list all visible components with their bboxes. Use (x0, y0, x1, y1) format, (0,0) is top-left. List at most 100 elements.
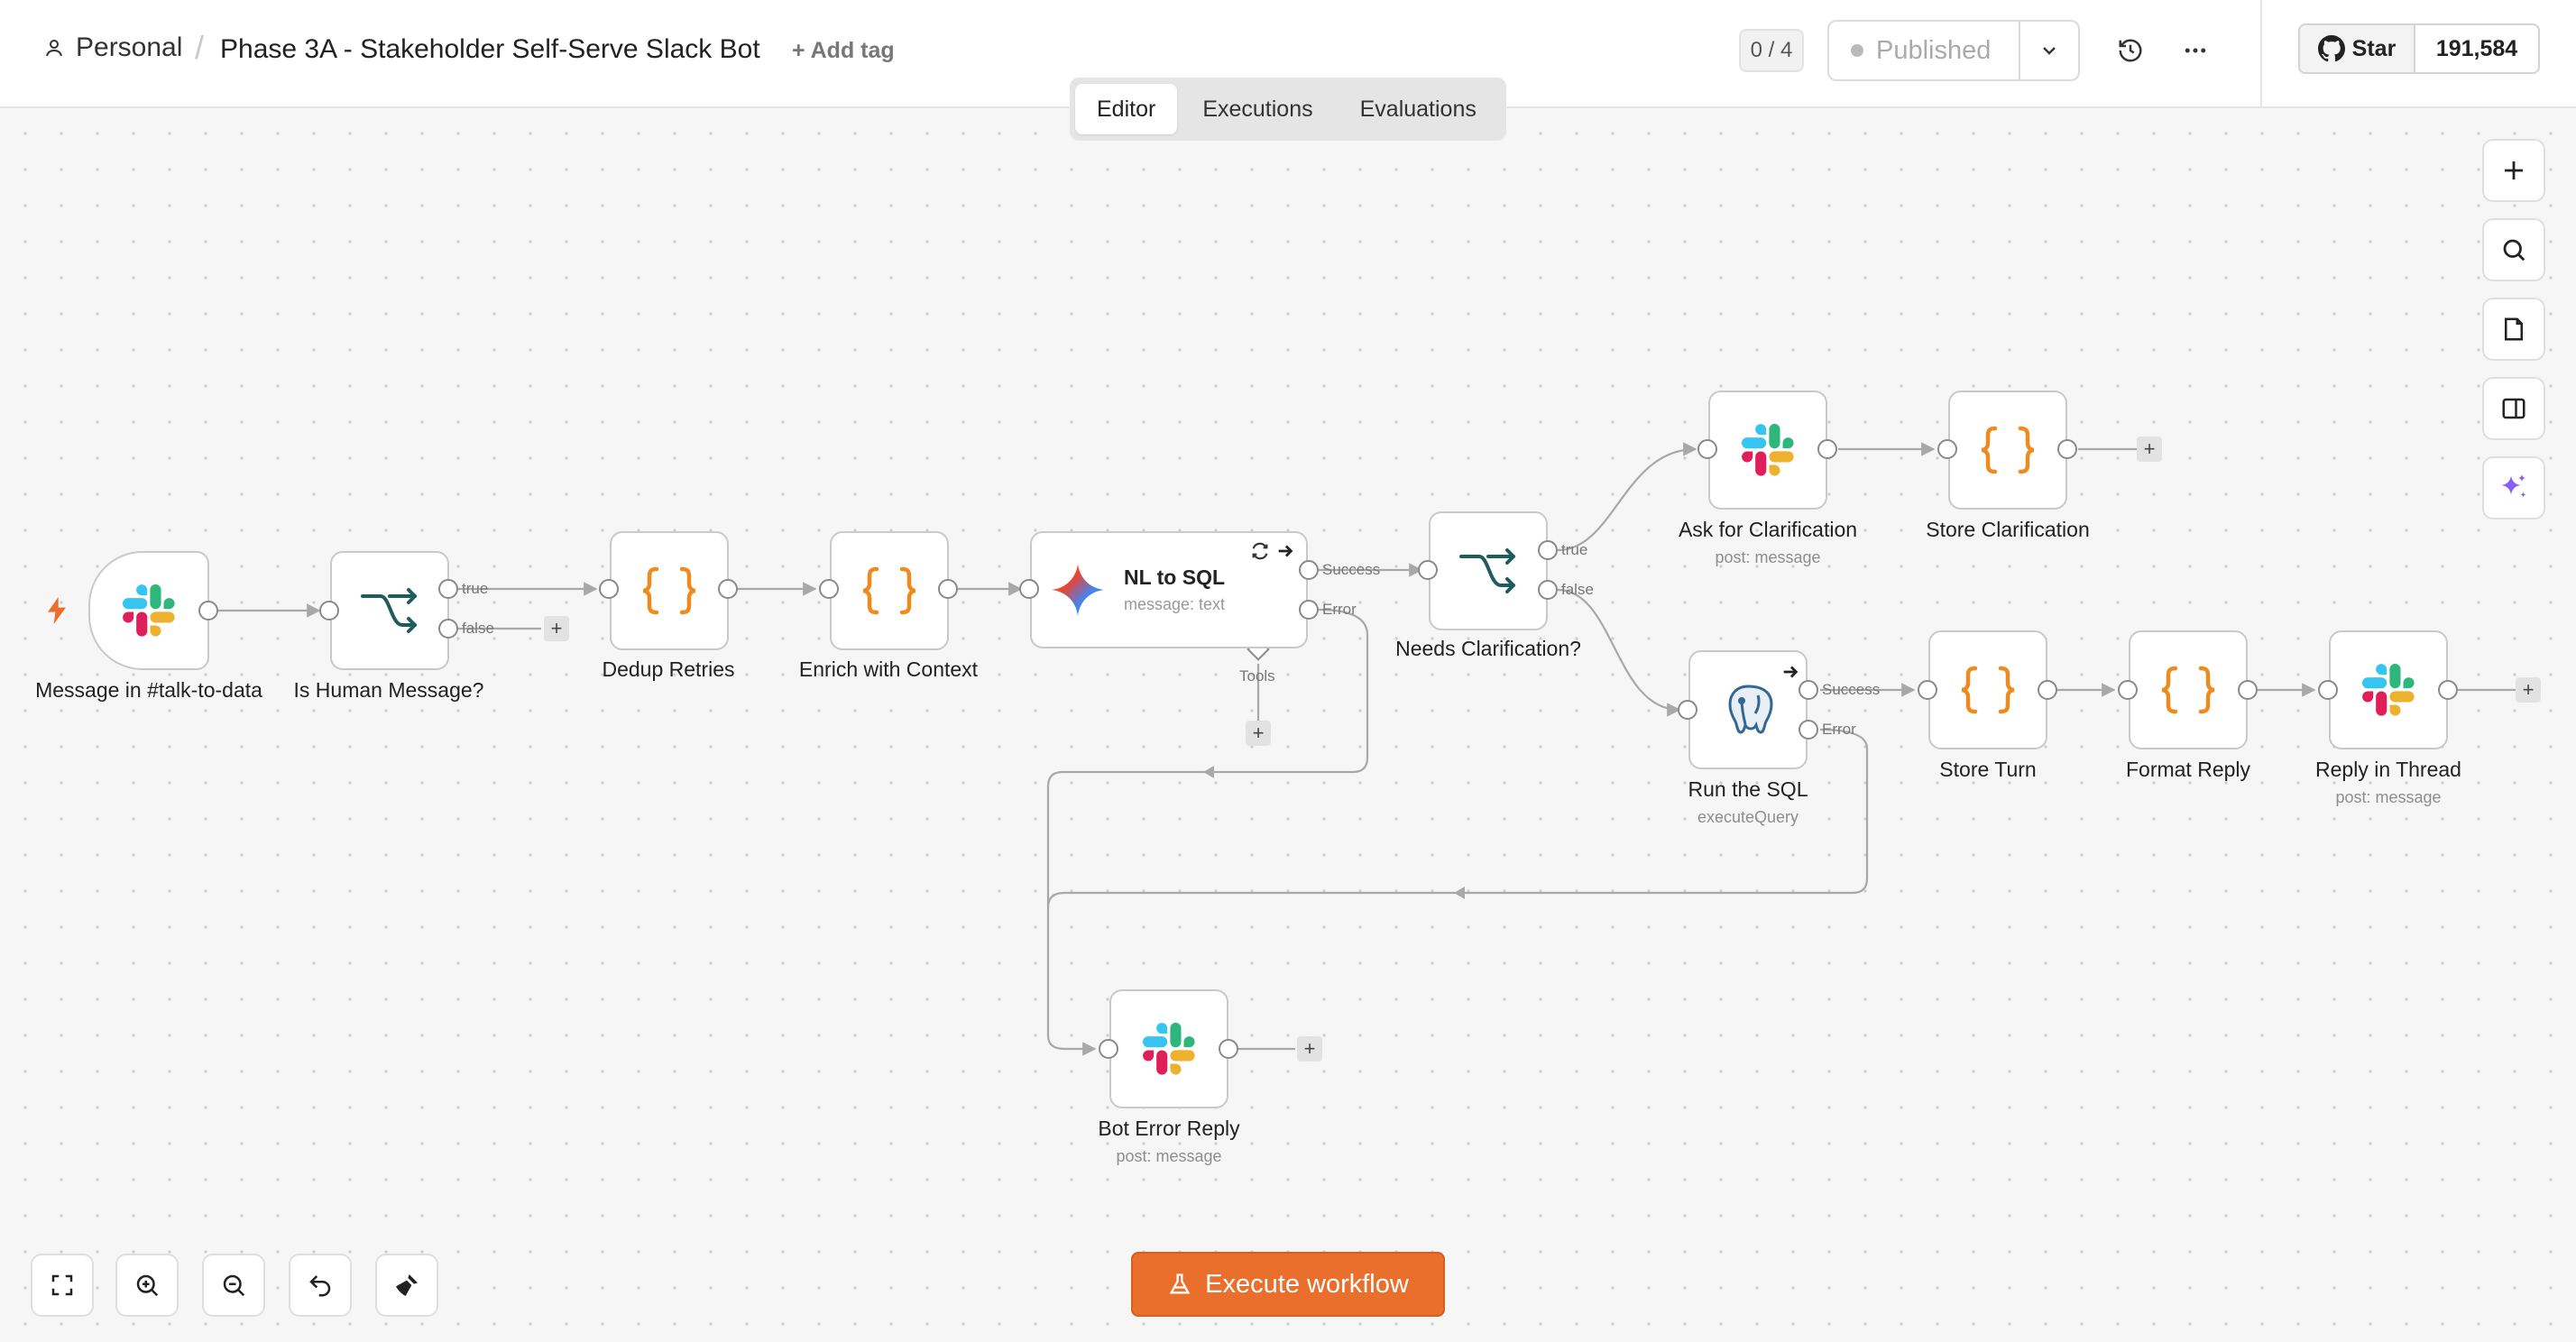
output-handle[interactable] (2057, 439, 2077, 459)
node-label: Message in #talk-to-data (35, 678, 262, 702)
output-handle-success[interactable] (1799, 680, 1818, 700)
input-handle[interactable] (1099, 1039, 1118, 1059)
node-label: Ask for Clarification (1678, 518, 1858, 541)
postgres-icon (1728, 685, 1773, 734)
node-trigger-message[interactable] (88, 551, 209, 670)
execute-label: Execute workflow (1205, 1269, 1409, 1299)
input-handle[interactable] (819, 579, 839, 599)
zoom-out-button[interactable] (202, 1254, 265, 1317)
add-node-button[interactable]: + (2137, 437, 2162, 462)
node-label: Store Clarification (1926, 518, 2090, 541)
output-handle-error[interactable] (1799, 720, 1818, 740)
fit-view-button[interactable] (31, 1254, 94, 1317)
output-handle[interactable] (938, 579, 958, 599)
gemini-icon (1052, 564, 1104, 616)
input-handle[interactable] (1019, 579, 1039, 599)
port-label-error: Error (1322, 601, 1357, 618)
node-subtitle: message: text (1124, 595, 1226, 613)
port-label-false: false (1561, 581, 1594, 598)
code-icon (642, 566, 696, 615)
input-handle[interactable] (1918, 680, 1937, 700)
node-enrich-context[interactable] (830, 531, 949, 650)
input-handle[interactable] (2318, 680, 2338, 700)
input-handle[interactable] (599, 579, 619, 599)
tidy-up-button[interactable] (375, 1254, 438, 1317)
node-sublabel: executeQuery (1697, 808, 1799, 826)
input-handle[interactable] (1697, 439, 1717, 459)
slack-icon (1742, 424, 1794, 476)
if-icon (361, 588, 417, 633)
node-format-reply[interactable] (2129, 630, 2248, 749)
input-handle[interactable] (1937, 439, 1957, 459)
port-label-true: true (462, 580, 489, 597)
node-bot-error-reply[interactable] (1109, 989, 1228, 1108)
output-handle-error[interactable] (1299, 600, 1319, 620)
node-label: Enrich with Context (798, 657, 979, 681)
output-handle-true[interactable] (438, 579, 458, 599)
node-dedup-retries[interactable] (610, 531, 729, 650)
undo-button[interactable] (289, 1254, 352, 1317)
search-icon (2503, 239, 2525, 262)
node-label: Is Human Message? (293, 678, 484, 702)
broom-icon (396, 1274, 418, 1296)
trigger-bolt-icon (47, 597, 67, 629)
edge-direction-arrow (1454, 887, 1465, 899)
zoom-out-icon (223, 1274, 245, 1297)
code-icon (862, 566, 916, 615)
code-icon (1981, 426, 2035, 474)
if-icon (1459, 548, 1515, 593)
port-label-error: Error (1822, 721, 1856, 738)
node-sublabel: post: message (2335, 788, 2442, 806)
output-handle[interactable] (2038, 680, 2057, 700)
node-reply-in-thread[interactable] (2329, 630, 2448, 749)
sidebar-panel-icon (2502, 398, 2525, 419)
sticky-note-icon (2505, 317, 2523, 341)
add-node-button[interactable]: + (1297, 1036, 1322, 1062)
add-node-button[interactable]: + (544, 616, 569, 641)
node-needs-clarification[interactable] (1429, 511, 1548, 630)
input-handle[interactable] (319, 601, 339, 620)
input-handle[interactable] (1678, 700, 1697, 720)
node-label: Run the SQL (1688, 777, 1808, 801)
output-handle[interactable] (1817, 439, 1837, 459)
output-handle[interactable] (2238, 680, 2258, 700)
add-tool-button[interactable]: + (1246, 721, 1271, 746)
output-handle[interactable] (2438, 680, 2458, 700)
plus-icon (2505, 161, 2523, 179)
port-label-success: Success (1322, 561, 1381, 578)
search-tool[interactable] (2482, 218, 2545, 281)
ai-assistant-tool[interactable] (2482, 456, 2545, 519)
zoom-in-icon (136, 1274, 159, 1297)
node-store-turn[interactable] (1928, 630, 2047, 749)
output-handle[interactable] (718, 579, 738, 599)
node-is-human[interactable] (330, 551, 449, 670)
port-label-success: Success (1822, 681, 1881, 698)
sticky-note-tool[interactable] (2482, 298, 2545, 361)
output-handle-true[interactable] (1538, 540, 1558, 560)
flask-icon (1169, 1273, 1191, 1294)
output-handle-false[interactable] (438, 619, 458, 639)
slack-icon (123, 584, 175, 637)
panel-toggle-tool[interactable] (2482, 377, 2545, 440)
slack-icon (1143, 1023, 1195, 1075)
add-node-tool[interactable] (2482, 139, 2545, 202)
edge-direction-arrow (1203, 766, 1214, 778)
output-handle-false[interactable] (1538, 580, 1558, 600)
output-handle[interactable] (1219, 1039, 1238, 1059)
node-label: Dedup Retries (602, 657, 735, 681)
node-sublabel: post: message (1715, 548, 1821, 566)
arrow-right-icon (1275, 541, 1295, 565)
code-icon (2161, 666, 2215, 714)
input-handle[interactable] (2118, 680, 2138, 700)
port-label-true: true (1561, 541, 1588, 558)
add-node-button[interactable]: + (2516, 677, 2541, 703)
execute-workflow-button[interactable]: Execute workflow (1131, 1252, 1445, 1317)
output-handle[interactable] (198, 601, 218, 620)
zoom-in-button[interactable] (115, 1254, 179, 1317)
node-label: Format Reply (2125, 758, 2251, 781)
node-store-clarification[interactable] (1948, 391, 2067, 510)
input-handle[interactable] (1418, 560, 1438, 580)
output-handle-success[interactable] (1299, 560, 1319, 580)
node-ask-clarification[interactable] (1708, 391, 1827, 510)
port-label-tools: Tools (1239, 667, 1275, 685)
